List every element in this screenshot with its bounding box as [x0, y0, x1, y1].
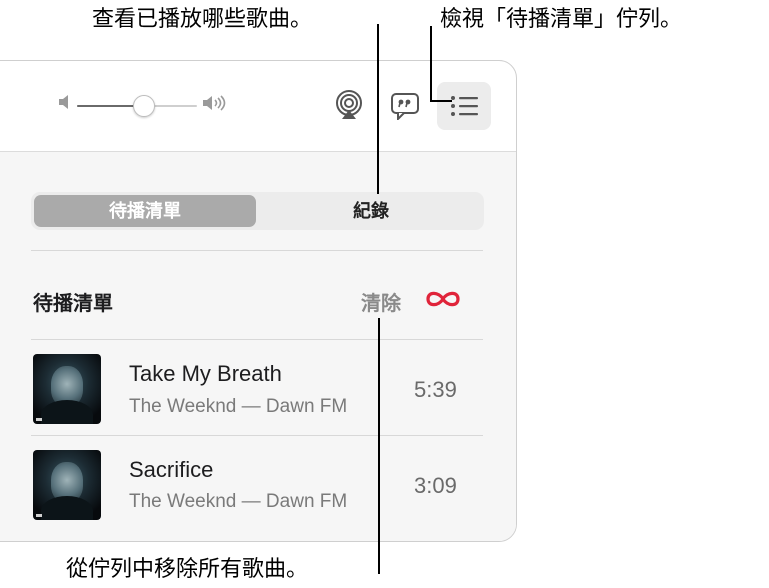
callout-history: 查看已播放哪些歌曲。	[92, 6, 313, 31]
volume-high-icon	[203, 95, 226, 111]
clear-button[interactable]: 清除	[361, 287, 401, 316]
song-duration: 3:09	[414, 473, 457, 498]
queue-list-icon	[451, 96, 478, 116]
volume-low-icon	[59, 95, 68, 109]
song-duration: 5:39	[414, 377, 457, 402]
clear-leader-line	[378, 318, 380, 574]
airplay-icon[interactable]	[334, 90, 364, 120]
queue-leader-line	[430, 26, 432, 102]
infinity-icon[interactable]	[422, 288, 464, 310]
album-art	[33, 354, 101, 424]
song-artist-album: The Weeknd — Dawn FM	[129, 396, 348, 417]
lyrics-icon[interactable]	[390, 92, 420, 120]
history-leader-line	[377, 24, 379, 194]
queue-leader-line	[430, 100, 452, 102]
queue-history-segmented-control: 待播清單 紀錄	[31, 192, 484, 230]
music-window: 待播清單 紀錄 待播清單 清除 Take My Breath The Weekn…	[0, 60, 517, 542]
callout-view-queue: 檢視「待播清單」佇列。	[440, 6, 683, 31]
song-title: Sacrifice	[129, 457, 214, 482]
callout-clear: 從佇列中移除所有歌曲。	[66, 556, 309, 581]
divider	[31, 435, 483, 436]
queue-button[interactable]	[437, 82, 491, 130]
tab-history[interactable]: 紀錄	[261, 195, 481, 227]
song-artist-album: The Weeknd — Dawn FM	[129, 491, 348, 512]
volume-slider-knob[interactable]	[133, 95, 155, 117]
player-toolbar	[0, 61, 516, 151]
divider	[31, 339, 483, 340]
tab-queue[interactable]: 待播清單	[34, 195, 256, 227]
divider	[31, 250, 483, 251]
album-art	[33, 450, 101, 520]
queue-heading: 待播清單	[33, 293, 113, 315]
song-title: Take My Breath	[129, 361, 282, 386]
